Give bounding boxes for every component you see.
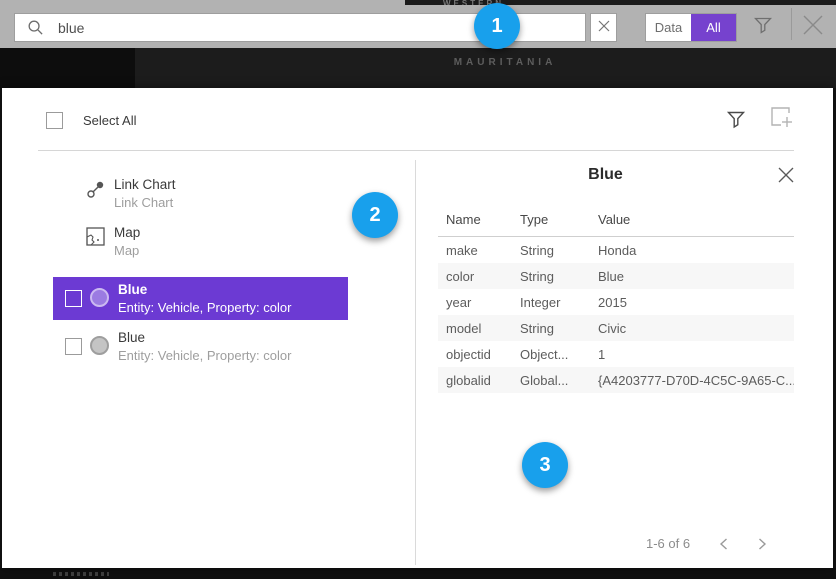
result-item-blue-selected[interactable]: Blue Entity: Vehicle, Property: color — [53, 277, 348, 320]
cell-type: String — [520, 321, 598, 336]
map-icon — [86, 227, 108, 258]
table-header-row: Name Type Value — [438, 212, 794, 237]
properties-table: Name Type Value make String Honda color … — [438, 212, 794, 393]
table-row: model String Civic — [438, 315, 794, 341]
result-title: Map — [114, 225, 140, 240]
header-divider — [791, 8, 792, 40]
map-tiny-label — [53, 572, 109, 576]
result-item-map[interactable]: Map Map — [86, 225, 140, 258]
cell-name: year — [438, 295, 520, 310]
cell-name: color — [438, 269, 520, 284]
map-land-shape — [0, 48, 135, 88]
cell-name: objectid — [438, 347, 520, 362]
annotation-badge-3: 3 — [522, 442, 568, 488]
data-all-toggle: Data All — [645, 13, 737, 42]
map-edge-strip: WESTERN — [405, 0, 836, 5]
result-subtitle: Map — [114, 243, 140, 258]
header-close-icon[interactable] — [799, 12, 827, 43]
result-subtitle: Link Chart — [114, 195, 176, 210]
select-all-label: Select All — [83, 113, 136, 128]
table-row: color String Blue — [438, 263, 794, 289]
table-row: year Integer 2015 — [438, 289, 794, 315]
cell-type: Global... — [520, 373, 598, 388]
header-filter-icon[interactable] — [753, 15, 773, 39]
table-row: globalid Global... {A4203777-D70D-4C5C-9… — [438, 367, 794, 393]
cell-value: Blue — [598, 269, 794, 284]
result-title: Blue — [118, 330, 291, 345]
entity-dot-icon — [90, 336, 109, 355]
cell-value: Honda — [598, 243, 794, 258]
column-header-value: Value — [598, 212, 794, 227]
cell-name: make — [438, 243, 520, 258]
chevron-left-icon[interactable] — [718, 537, 729, 551]
search-toolbar: Data All — [0, 0, 836, 48]
select-all-row: Select All — [46, 112, 136, 129]
entity-dot-icon — [90, 288, 109, 307]
select-all-checkbox[interactable] — [46, 112, 63, 129]
result-title: Link Chart — [114, 177, 176, 192]
clear-x-icon — [598, 19, 610, 37]
cell-type: Object... — [520, 347, 598, 362]
panel-divider-vertical — [415, 160, 416, 565]
table-row: make String Honda — [438, 237, 794, 263]
link-chart-icon — [86, 179, 108, 210]
clear-search-button[interactable] — [590, 13, 617, 42]
cell-type: String — [520, 269, 598, 284]
panel-filter-icon[interactable] — [726, 109, 746, 134]
app-window: MAURITANIA Data All WESTERN — [0, 0, 836, 579]
map-background: MAURITANIA — [0, 48, 836, 88]
table-row: objectid Object... 1 — [438, 341, 794, 367]
result-checkbox[interactable] — [65, 338, 82, 355]
cell-value: 1 — [598, 347, 794, 362]
cell-value: {A4203777-D70D-4C5C-9A65-C... — [598, 373, 794, 388]
result-subtitle: Entity: Vehicle, Property: color — [118, 300, 291, 315]
detail-title: Blue — [415, 166, 796, 184]
add-to-selection-icon[interactable] — [770, 106, 796, 135]
cell-value: 2015 — [598, 295, 794, 310]
cell-name: model — [438, 321, 520, 336]
toggle-option-all[interactable]: All — [691, 14, 736, 41]
cell-type: String — [520, 243, 598, 258]
chevron-right-icon[interactable] — [757, 537, 768, 551]
cell-value: Civic — [598, 321, 794, 336]
result-title: Blue — [118, 282, 291, 297]
annotation-badge-2: 2 — [352, 192, 398, 238]
column-header-type: Type — [520, 212, 598, 227]
search-icon — [27, 19, 44, 36]
cell-name: globalid — [438, 373, 520, 388]
cell-type: Integer — [520, 295, 598, 310]
toggle-option-data[interactable]: Data — [646, 14, 691, 41]
panel-divider-horizontal — [38, 150, 794, 151]
map-label-mauritania: MAURITANIA — [420, 57, 590, 68]
detail-close-icon[interactable] — [776, 165, 796, 190]
pagination-range-label: 1-6 of 6 — [646, 536, 690, 551]
result-checkbox[interactable] — [65, 290, 82, 307]
result-item-blue[interactable]: Blue Entity: Vehicle, Property: color — [53, 325, 348, 368]
result-item-link-chart[interactable]: Link Chart Link Chart — [86, 177, 176, 210]
column-header-name: Name — [438, 212, 520, 227]
pagination: 1-6 of 6 — [600, 536, 796, 551]
map-background-bottom — [0, 568, 836, 579]
annotation-badge-1: 1 — [474, 3, 520, 49]
result-subtitle: Entity: Vehicle, Property: color — [118, 348, 291, 363]
